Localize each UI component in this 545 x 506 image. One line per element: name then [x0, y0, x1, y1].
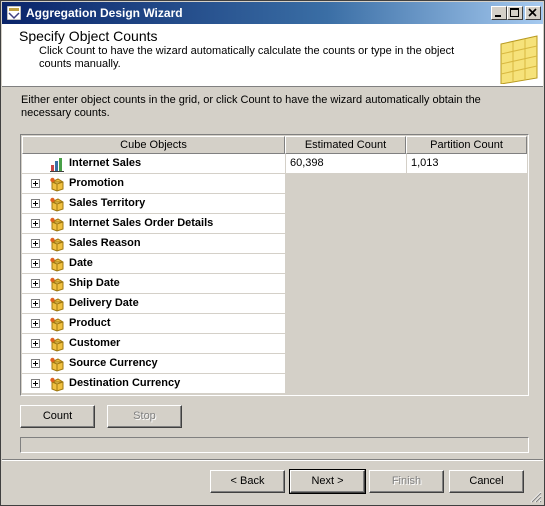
dimension-cell: Internet Sales Order Details: [22, 214, 285, 234]
minimize-button[interactable]: [491, 6, 507, 20]
maximize-icon: [510, 8, 519, 17]
finish-button[interactable]: Finish: [369, 470, 444, 493]
expand-icon[interactable]: [31, 379, 40, 388]
dimension-label: Promotion: [69, 177, 124, 189]
dimension-row[interactable]: Internet Sales Order Details: [22, 214, 528, 234]
next-button[interactable]: Next >: [289, 469, 366, 494]
dimension-row[interactable]: Source Currency: [22, 354, 528, 374]
estimated-count-cell[interactable]: 60,398: [285, 154, 406, 174]
partition-count-cell[interactable]: 1,013: [406, 154, 527, 174]
resize-grip-icon[interactable]: [530, 491, 542, 503]
measure-group-cell: Internet Sales: [22, 154, 285, 174]
dimension-row[interactable]: Product: [22, 314, 528, 334]
dimension-row[interactable]: Promotion: [22, 174, 528, 194]
dimension-row[interactable]: Sales Reason: [22, 234, 528, 254]
dimension-icon: [50, 357, 64, 372]
dimension-row[interactable]: Sales Territory: [22, 194, 528, 214]
dimension-icon: [50, 217, 64, 232]
wizard-window: Aggregation Design Wizard Specify Object…: [0, 0, 545, 506]
column-header-estimated-count[interactable]: Estimated Count: [285, 136, 406, 154]
expand-icon[interactable]: [31, 299, 40, 308]
wizard-app-icon: [7, 6, 21, 20]
object-counts-grid[interactable]: Cube Objects Estimated Count Partition C…: [20, 134, 529, 396]
dimension-row[interactable]: Delivery Date: [22, 294, 528, 314]
dimension-icon: [50, 297, 64, 312]
dimension-icon: [50, 377, 64, 392]
expand-icon[interactable]: [31, 279, 40, 288]
maximize-button[interactable]: [507, 6, 523, 20]
cancel-button[interactable]: Cancel: [449, 470, 524, 493]
footer-separator: [2, 459, 543, 461]
dimension-row[interactable]: Destination Currency: [22, 374, 528, 394]
expand-icon[interactable]: [31, 339, 40, 348]
measure-group-label: Internet Sales: [69, 157, 142, 169]
dimension-icon: [50, 237, 64, 252]
dimension-icon: [50, 337, 64, 352]
stop-button[interactable]: Stop: [107, 405, 182, 428]
dimension-cell: Date: [22, 254, 285, 274]
dimension-label: Source Currency: [69, 357, 158, 369]
count-progress-bar: [20, 437, 529, 453]
dimension-cell: Destination Currency: [22, 374, 285, 394]
page-description: Click Count to have the wizard automatic…: [39, 45, 455, 70]
expand-icon[interactable]: [31, 259, 40, 268]
dimension-label: Internet Sales Order Details: [69, 217, 214, 229]
column-header-partition-count[interactable]: Partition Count: [406, 136, 527, 154]
dimension-icon: [50, 257, 64, 272]
expand-icon[interactable]: [31, 359, 40, 368]
dimension-label: Customer: [69, 337, 121, 349]
dimension-cell: Product: [22, 314, 285, 334]
dimension-label: Date: [69, 257, 93, 269]
title-bar[interactable]: Aggregation Design Wizard: [2, 2, 543, 24]
dimension-row[interactable]: Date: [22, 254, 528, 274]
dimension-icon: [50, 197, 64, 212]
minimize-icon: [495, 15, 501, 17]
dimension-icon: [50, 177, 64, 192]
dimension-cell: Customer: [22, 334, 285, 354]
dimension-cell: Delivery Date: [22, 294, 285, 314]
dimension-cell: Sales Territory: [22, 194, 285, 214]
expand-icon[interactable]: [31, 319, 40, 328]
dimension-cell: Promotion: [22, 174, 285, 194]
dimension-label: Destination Currency: [69, 377, 181, 389]
back-button[interactable]: < Back: [210, 470, 285, 493]
expand-icon[interactable]: [31, 239, 40, 248]
wizard-header: Specify Object Counts Click Count to hav…: [2, 24, 543, 87]
table-graphic-icon: [500, 35, 538, 84]
dimension-label: Sales Territory: [69, 197, 146, 209]
dimension-icon: [50, 277, 64, 292]
dimension-row[interactable]: Customer: [22, 334, 528, 354]
instruction-text: Either enter object counts in the grid, …: [21, 94, 481, 119]
measure-group-row[interactable]: Internet Sales 60,398 1,013: [22, 154, 528, 174]
dimension-cell: Ship Date: [22, 274, 285, 294]
expand-icon[interactable]: [31, 179, 40, 188]
dimension-label: Product: [69, 317, 111, 329]
close-icon: [528, 8, 537, 17]
expand-icon[interactable]: [31, 199, 40, 208]
dimension-label: Delivery Date: [69, 297, 139, 309]
dimension-cell: Sales Reason: [22, 234, 285, 254]
dimension-label: Sales Reason: [69, 237, 141, 249]
close-button[interactable]: [525, 6, 541, 20]
window-title: Aggregation Design Wizard: [26, 6, 183, 20]
dimension-row[interactable]: Ship Date: [22, 274, 528, 294]
page-title: Specify Object Counts: [19, 28, 158, 44]
dimension-label: Ship Date: [69, 277, 120, 289]
dimension-cell: Source Currency: [22, 354, 285, 374]
count-button[interactable]: Count: [20, 405, 95, 428]
column-header-cube-objects[interactable]: Cube Objects: [22, 136, 285, 154]
dimension-icon: [50, 317, 64, 332]
expand-icon[interactable]: [31, 219, 40, 228]
measure-group-icon: [50, 158, 64, 172]
